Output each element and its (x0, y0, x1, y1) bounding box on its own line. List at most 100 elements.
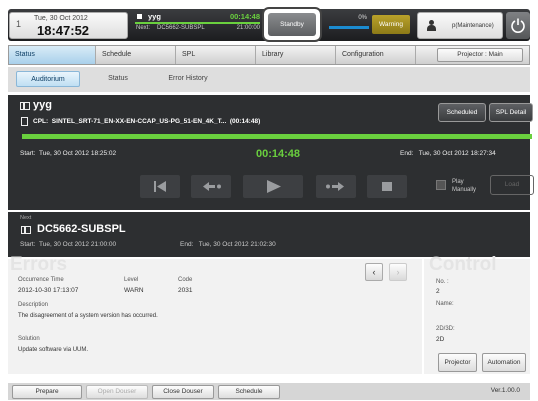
bottom-action-bar: Prepare Open Douser Close Douser Schedul… (8, 383, 530, 400)
power-button[interactable] (506, 12, 530, 39)
next-show-title: DC5662-SUBSPL (37, 223, 126, 235)
playback-end: End: Tue, 30 Oct 2012 18:27:34 (400, 150, 496, 157)
next-time-summary: 21:00:00 (236, 25, 260, 31)
name-label: Name: (436, 301, 454, 307)
play-manually-checkbox[interactable] (436, 180, 446, 190)
mode-value: 2D (436, 336, 445, 343)
control-heading: Control (429, 254, 497, 275)
column-occurrence-time: Occurrence Time (18, 277, 64, 283)
rewind-button[interactable] (191, 175, 231, 198)
next-film-icon (21, 226, 31, 234)
next-start-label: Start: (20, 241, 36, 248)
tab-configuration[interactable]: Configuration (336, 46, 416, 64)
next-label: Next: (136, 25, 151, 31)
stop-icon (382, 182, 392, 191)
cpl-duration: (00:14:48) (229, 118, 261, 125)
warning-button[interactable]: Warning (372, 15, 410, 34)
errors-heading: Errors (10, 254, 68, 275)
current-date: Tue, 30 Oct 2012 (34, 15, 88, 22)
error-occurrence-time: 2012-10-30 17:13:07 (18, 287, 79, 294)
subtab-status[interactable]: Status (86, 71, 150, 87)
close-douser-button[interactable]: Close Douser (152, 385, 214, 399)
playback-progress-fill (22, 134, 532, 139)
next-title-summary: DC5662-SUBSPL (157, 25, 205, 31)
skip-to-start-button[interactable] (140, 175, 180, 198)
clock-panel: 1 Tue, 30 Oct 2012 18:47:52 (9, 12, 128, 39)
open-douser-button[interactable]: Open Douser (86, 385, 148, 399)
now-playing-summary: yyg 00:14:48 Next: DC5662-SUBSPL 21:00:0… (135, 12, 260, 38)
document-icon (21, 117, 28, 126)
stop-button[interactable] (367, 175, 407, 198)
column-level: Level (124, 277, 139, 283)
next-start-time: Tue, 30 Oct 2012 21:00:00 (39, 241, 117, 248)
play-button[interactable] (243, 175, 303, 198)
start-time: Tue, 30 Oct 2012 18:25:02 (39, 150, 117, 157)
subtab-auditorium[interactable]: Auditorium (16, 71, 80, 87)
no-label: No. : (436, 279, 449, 285)
play-manually-label: Play Manually (452, 178, 476, 194)
user-account-button[interactable]: p(Maintenance) (417, 12, 503, 39)
solution-label: Solution (18, 336, 40, 342)
playing-title: yyg (33, 99, 52, 111)
version-label: Ver.1.00.0 (490, 387, 520, 394)
error-solution: Update software via UUM. (18, 347, 89, 353)
next-show-panel: Next DC5662-SUBSPL Start: Tue, 30 Oct 20… (8, 212, 530, 257)
cpl-info: CPL: SINTEL_SRT-71_EN-XX-EN-CCAP_US-PG_5… (33, 118, 260, 125)
standby-highlight: Standby (262, 7, 322, 42)
tab-schedule[interactable]: Schedule (96, 46, 176, 64)
ingest-percent: 0% (358, 15, 367, 21)
app-window: 1 Tue, 30 Oct 2012 18:47:52 yyg 00:14:48… (0, 0, 538, 401)
prev-error-button[interactable]: ‹ (365, 263, 383, 281)
spl-detail-button[interactable]: SPL Detail (489, 103, 533, 122)
subtab-error-history[interactable]: Error History (156, 71, 220, 87)
schedule-button[interactable]: Schedule (218, 385, 280, 399)
now-playing-progress (135, 22, 260, 24)
now-playing-title: yyg (148, 12, 161, 21)
prepare-button[interactable]: Prepare (12, 385, 82, 399)
playback-progress-bar (22, 134, 532, 139)
projector-select-button[interactable]: Projector : Main (437, 48, 523, 62)
playback-start: Start: Tue, 30 Oct 2012 18:25:02 (20, 150, 116, 157)
main-tab-bar: Status Schedule SPL Library Configuratio… (8, 45, 530, 65)
next-end: End: Tue, 30 Oct 2012 21:02:30 (180, 241, 276, 248)
next-end-label: End: (180, 241, 194, 248)
next-error-button[interactable]: › (389, 263, 407, 281)
error-code: 2031 (178, 287, 193, 294)
standby-button[interactable]: Standby (268, 13, 316, 36)
forward-icon (326, 182, 344, 191)
play-manually-line-2: Manually (452, 187, 477, 193)
error-description: The disagreement of a system version has… (18, 313, 158, 319)
ingest-progress-bar (329, 26, 369, 29)
skip-to-start-icon (154, 181, 166, 192)
tab-status[interactable]: Status (9, 46, 96, 64)
load-button[interactable]: Load (490, 175, 534, 195)
column-code: Code (178, 277, 193, 283)
next-end-time: Tue, 30 Oct 2012 21:02:30 (198, 241, 276, 248)
screen-index: 1 (16, 19, 22, 29)
end-label: End: (400, 150, 414, 157)
next-start: Start: Tue, 30 Oct 2012 21:00:00 (20, 241, 116, 248)
start-label: Start: (20, 150, 36, 157)
power-icon (511, 18, 525, 33)
end-time: Tue, 30 Oct 2012 18:27:34 (418, 150, 496, 157)
mode-label: 2D/3D: (436, 326, 455, 332)
next-heading: Next (20, 215, 32, 221)
user-name: p(Maintenance) (452, 23, 494, 29)
forward-button[interactable] (316, 175, 356, 198)
tab-library[interactable]: Library (256, 46, 336, 64)
error-level: WARN (124, 287, 144, 294)
projector-button[interactable]: Projector (438, 353, 477, 372)
play-icon (267, 180, 281, 193)
cpl-name: SINTEL_SRT-71_EN-XX-EN-CCAP_US-PG_51-EN_… (51, 118, 227, 125)
no-value: 2 (436, 288, 440, 295)
user-icon (427, 20, 436, 31)
errors-panel: Errors Occurrence Time Level Code 2012-1… (8, 254, 422, 374)
scheduled-button[interactable]: Scheduled (438, 103, 486, 122)
current-time: 18:47:52 (37, 23, 90, 38)
automation-button[interactable]: Automation (482, 353, 526, 372)
control-panel: Control No. : 2 Name: 2D/3D: 2D Projecto… (424, 254, 530, 374)
tab-spl[interactable]: SPL (176, 46, 256, 64)
stop-state-icon (137, 14, 142, 19)
elapsed-time: 00:14:48 (256, 148, 301, 160)
playback-panel: yyg CPL: SINTEL_SRT-71_EN-XX-EN-CCAP_US-… (8, 95, 534, 210)
